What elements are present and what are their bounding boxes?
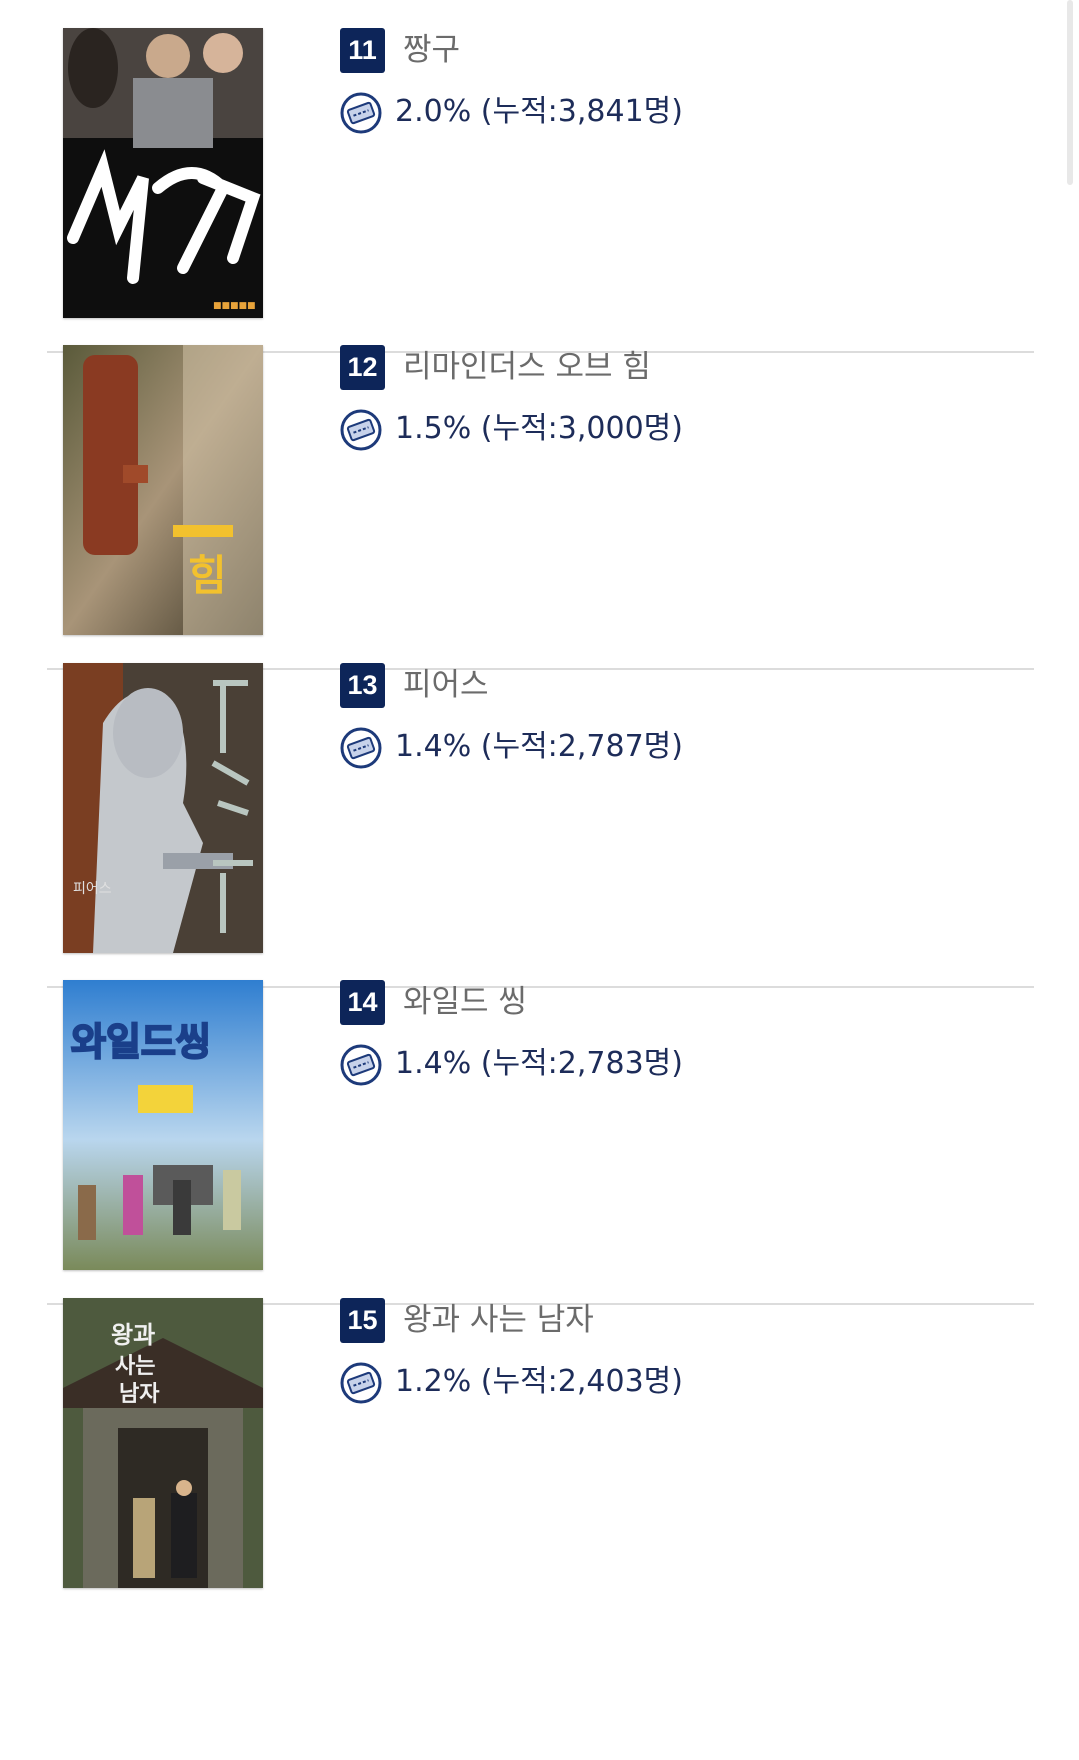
list-item[interactable]: 힘 12 리마인더스 오브 힘 1.5% (누적:3,000명) <box>0 317 1079 675</box>
movie-poster[interactable]: 피어스 <box>63 663 263 953</box>
ticket-icon <box>340 1044 382 1086</box>
share-value: 1.2% <box>395 1364 472 1399</box>
cumulative-value: (누적:2,783명) <box>480 1046 683 1081</box>
cumulative-value: (누적:3,000명) <box>480 411 683 446</box>
cumulative-value: (누적:2,403명) <box>480 1364 683 1399</box>
svg-text:■■■■■: ■■■■■ <box>213 301 256 311</box>
audience-stat: 1.2% (누적:2,403명) <box>395 1361 683 1403</box>
ticket-icon <box>340 92 382 134</box>
share-value: 1.5% <box>395 411 472 446</box>
movie-title[interactable]: 와일드 씽 <box>403 982 527 1022</box>
movie-title[interactable]: 왕과 사는 남자 <box>403 1300 594 1340</box>
movie-title[interactable]: 피어스 <box>403 665 489 705</box>
movie-poster[interactable]: 왕과 사는 남자 <box>63 1298 263 1588</box>
ticket-icon <box>340 1362 382 1404</box>
list-item[interactable]: 왕과 사는 남자 15 왕과 사는 남자 1.2% (누적:2,403명) <box>0 1270 1079 1628</box>
rank-badge: 11 <box>340 28 385 73</box>
movie-poster[interactable]: 힘 <box>63 345 263 635</box>
movie-poster[interactable]: ■■■■■ <box>63 28 263 318</box>
audience-stat: 1.4% (누적:2,787명) <box>395 726 683 768</box>
svg-text:남자: 남자 <box>119 1382 160 1407</box>
rank-badge: 13 <box>340 663 385 708</box>
rank-badge: 14 <box>340 980 385 1025</box>
ticket-icon <box>340 727 382 769</box>
list-item[interactable]: 와일드씽 14 와일드 씽 1.4% (누적:2,783명) <box>0 952 1079 1310</box>
cumulative-value: (누적:3,841명) <box>480 94 683 129</box>
svg-text:피어스: 피어스 <box>73 881 112 897</box>
ticket-icon <box>340 409 382 451</box>
scrollbar[interactable] <box>1067 0 1073 185</box>
cumulative-value: (누적:2,787명) <box>480 729 683 764</box>
movie-title[interactable]: 짱구 <box>403 30 460 70</box>
rank-badge: 12 <box>340 345 385 390</box>
list-item[interactable]: ■■■■■ 11 짱구 2.0% (누적:3,841명) <box>0 0 1079 358</box>
rank-badge: 15 <box>340 1298 385 1343</box>
audience-stat: 1.5% (누적:3,000명) <box>395 408 683 450</box>
audience-stat: 2.0% (누적:3,841명) <box>395 91 683 133</box>
movie-title[interactable]: 리마인더스 오브 힘 <box>403 347 651 387</box>
svg-text:와일드씽: 와일드씽 <box>71 1020 211 1064</box>
share-value: 1.4% <box>395 729 472 764</box>
share-value: 1.4% <box>395 1046 472 1081</box>
svg-text:사는: 사는 <box>115 1354 155 1379</box>
list-item[interactable]: 피어스 13 피어스 1.4% (누적:2,787명) <box>0 635 1079 993</box>
svg-text:힘: 힘 <box>188 551 227 600</box>
share-value: 2.0% <box>395 94 472 129</box>
audience-stat: 1.4% (누적:2,783명) <box>395 1043 683 1085</box>
movie-poster[interactable]: 와일드씽 <box>63 980 263 1270</box>
svg-text:왕과: 왕과 <box>111 1321 155 1349</box>
